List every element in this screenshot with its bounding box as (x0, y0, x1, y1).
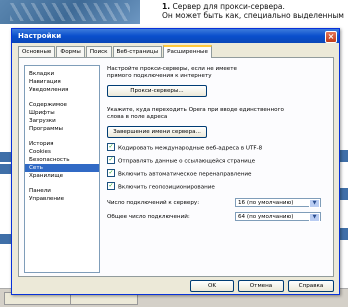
max-per-server-row: Число подключений к серверу: 16 (по умол… (107, 198, 329, 208)
background-article: 1. Сервер для прокси-сервера. Он может б… (162, 2, 346, 20)
sidebar-item-navigation[interactable]: Навигация (25, 78, 99, 86)
server-completion-hint: Укажите, куда переходить Opera при вводе… (107, 107, 284, 120)
checkbox-referrer-label: Отправлять данные о ссылающейся странице (118, 158, 256, 165)
sidebar-item-shortcuts[interactable]: Управление (25, 195, 99, 203)
dialog-title: Настройки (18, 32, 62, 40)
sidebar-item-security[interactable]: Безопасность (25, 156, 99, 164)
sidebar-item-storage[interactable]: Хранилище (25, 172, 99, 180)
tab-advanced[interactable]: Расширенные (163, 45, 212, 58)
dialog-titlebar[interactable]: Настройки × (12, 29, 339, 43)
chevron-down-icon[interactable]: ▼ (309, 199, 320, 208)
help-button[interactable]: Справка (288, 280, 334, 292)
max-total-row: Общее число подключений: 64 (по умолчани… (107, 212, 329, 222)
checkbox-redirect-label: Включить автоматическое перенаправление (118, 171, 252, 178)
sidebar-item-cookies[interactable]: Cookies (25, 148, 99, 156)
max-per-server-select[interactable]: 16 (по умолчанию) ▼ (235, 198, 321, 208)
article-line-2: Он может быть как, специально выделенным (162, 11, 344, 20)
checkbox-redirect[interactable]: ✓ (107, 169, 115, 177)
sidebar-item-tabs[interactable]: Вкладки (25, 70, 99, 78)
preferences-dialog: Настройки × Основные Формы Поиск Веб-стр… (11, 28, 340, 295)
close-icon[interactable]: × (325, 31, 337, 43)
chevron-down-icon[interactable]: ▼ (309, 213, 320, 222)
checkbox-referrer[interactable]: ✓ (107, 156, 115, 164)
max-per-server-value: 16 (по умолчанию) (238, 200, 294, 206)
tab-forms[interactable]: Формы (56, 46, 85, 57)
checkbox-geolocation-label: Включить геопозиционирование (118, 184, 215, 191)
checkbox-row-redirect[interactable]: ✓ Включить автоматическое перенаправление (107, 169, 252, 179)
max-total-label: Общее число подключений: (107, 214, 190, 220)
cancel-button[interactable]: Отмена (238, 280, 284, 292)
sidebar-item-content[interactable]: Содержимое (25, 101, 99, 109)
background-banner (0, 0, 140, 24)
max-total-value: 64 (по умолчанию) (238, 214, 294, 220)
checkbox-utf8[interactable]: ✓ (107, 143, 115, 151)
checkbox-row-geolocation[interactable]: ✓ Включить геопозиционирование (107, 182, 215, 192)
tab-webpages[interactable]: Веб-страницы (112, 46, 163, 57)
proxy-intro-text: Настройте прокси-серверы, если не имеете… (107, 66, 237, 79)
checkbox-row-referrer[interactable]: ✓ Отправлять данные о ссылающейся страниц… (107, 156, 256, 166)
tab-panel-advanced: Вкладки Навигация Уведомления Содержимое… (18, 57, 334, 277)
step-number: 1. (162, 2, 171, 11)
advanced-sidebar: Вкладки Навигация Уведомления Содержимое… (24, 65, 100, 273)
max-per-server-label: Число подключений к серверу: (107, 200, 200, 206)
tab-search[interactable]: Поиск (85, 46, 112, 57)
sidebar-item-network[interactable]: Сеть (25, 164, 99, 172)
sidebar-item-programs[interactable]: Программы (25, 125, 99, 133)
sidebar-item-history[interactable]: История (25, 140, 99, 148)
sidebar-item-downloads[interactable]: Загрузки (25, 117, 99, 125)
proxy-servers-button[interactable]: Прокси-серверы... (107, 85, 207, 97)
server-completion-button[interactable]: Завершение имени сервера... (107, 126, 207, 138)
max-total-select[interactable]: 64 (по умолчанию) ▼ (235, 212, 321, 222)
article-line-1: Сервер для прокси-сервера. (172, 2, 285, 11)
sidebar-item-fonts[interactable]: Шрифты (25, 109, 99, 117)
sidebar-item-notifications[interactable]: Уведомления (25, 86, 99, 94)
ok-button[interactable]: OK (190, 280, 234, 292)
checkbox-row-utf8[interactable]: ✓ Кодировать международные веб-адреса в U… (107, 143, 263, 153)
checkbox-utf8-label: Кодировать международные веб-адреса в UT… (118, 145, 263, 152)
tab-general[interactable]: Основные (18, 46, 56, 57)
sidebar-item-toolbars[interactable]: Панели (25, 187, 99, 195)
checkbox-geolocation[interactable]: ✓ (107, 182, 115, 190)
tab-strip: Основные Формы Поиск Веб-страницы Расшир… (18, 45, 213, 58)
